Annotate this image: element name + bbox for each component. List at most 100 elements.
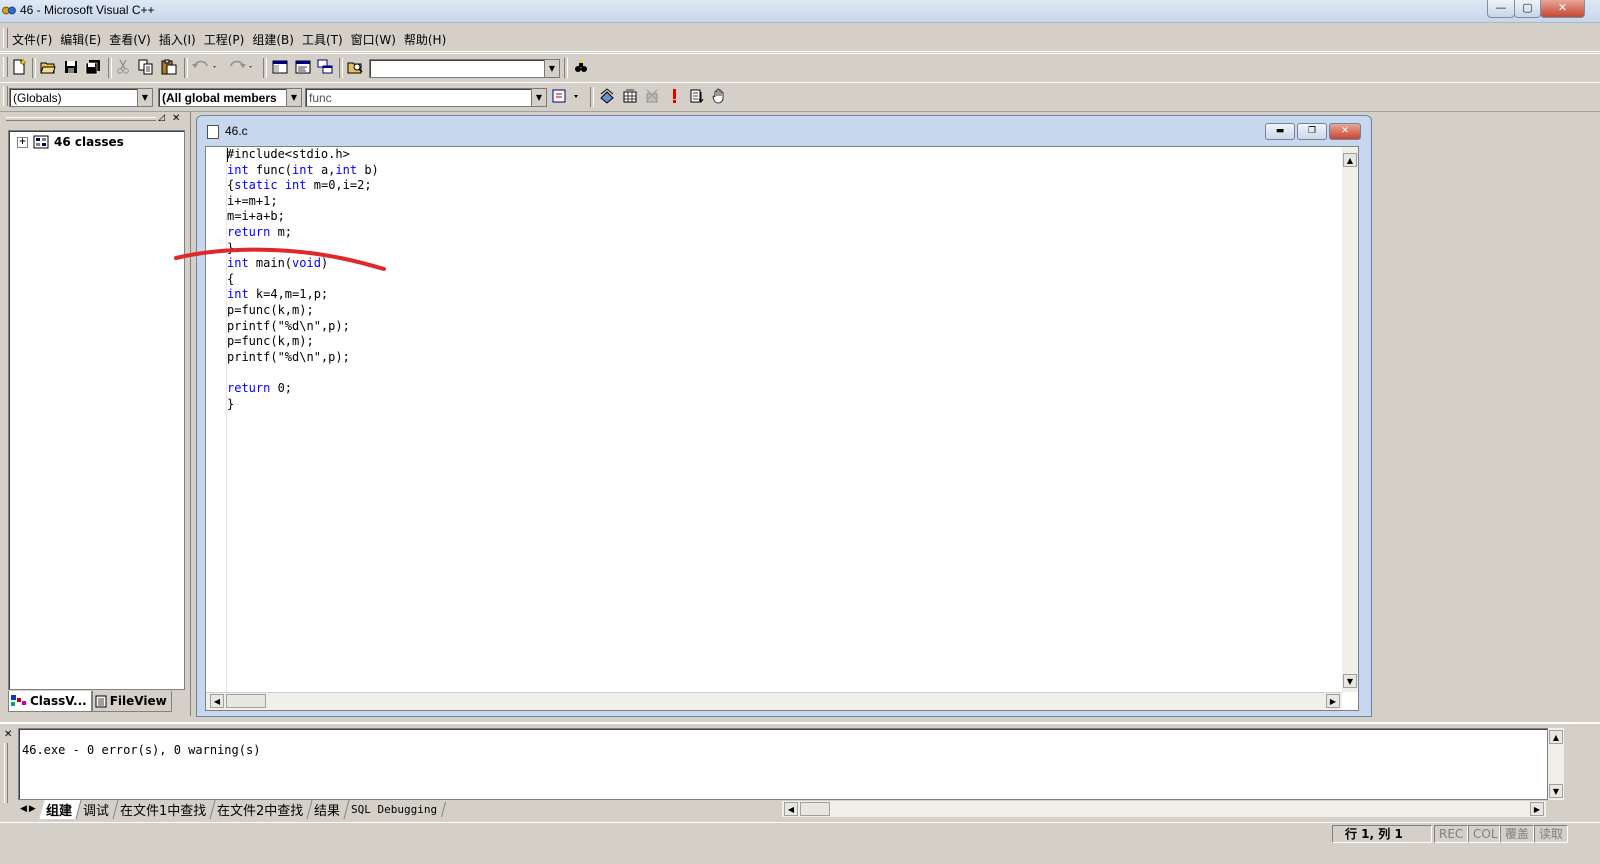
chevron-down-icon: ▼ — [548, 64, 556, 73]
function-combo-dropdown[interactable]: ▼ — [531, 88, 547, 107]
execute-button[interactable] — [664, 86, 684, 106]
pane-grip[interactable] — [4, 743, 8, 803]
menu-edit[interactable]: 编辑(E) — [60, 31, 106, 48]
pane-resize-icon[interactable]: ◿ — [158, 114, 168, 124]
scope-combo[interactable]: (Globals) — [9, 88, 137, 107]
scroll-thumb[interactable] — [226, 694, 266, 708]
undo-icon — [192, 60, 216, 68]
menu-insert[interactable]: 插入(I) — [159, 31, 201, 48]
new-file-icon — [13, 59, 27, 75]
go-icon — [690, 89, 704, 103]
tab-sql-debugging[interactable]: SQL Debugging — [345, 801, 447, 817]
vertical-scrollbar[interactable]: ▲ ▼ — [1342, 147, 1358, 692]
members-combo[interactable]: (All global members — [158, 88, 286, 107]
save-all-button[interactable] — [83, 57, 103, 77]
paste-button[interactable] — [159, 57, 179, 77]
scroll-left-button[interactable]: ◀ — [210, 694, 224, 708]
arrow-down-icon: ▼ — [1552, 787, 1560, 796]
close-button[interactable]: ✕ — [1540, 0, 1585, 18]
rec-indicator: REC — [1434, 825, 1468, 843]
tab-build[interactable]: 组建 — [39, 799, 82, 819]
find-combo[interactable] — [369, 59, 545, 78]
menu-bar-grip[interactable] — [3, 28, 8, 48]
output-text-area[interactable]: 46.exe - 0 error(s), 0 warning(s) — [18, 728, 1548, 800]
save-button[interactable] — [61, 57, 81, 77]
stop-build-button[interactable] — [642, 86, 662, 106]
output-close-icon[interactable]: ✕ — [4, 730, 16, 740]
tab-fileview[interactable]: FileView — [91, 691, 172, 712]
document-icon — [207, 125, 219, 139]
workspace-pane-header: ◿ ✕ — [6, 114, 186, 126]
toolbar-grip[interactable] — [3, 57, 8, 77]
undo-button[interactable] — [190, 57, 220, 77]
workspace-button[interactable] — [270, 57, 290, 77]
scroll-right-button[interactable]: ▶ — [1530, 802, 1544, 816]
minimize-button[interactable]: — — [1487, 0, 1515, 18]
copy-button[interactable] — [136, 57, 156, 77]
tree-node-label: 46 classes — [54, 135, 124, 149]
menu-tools[interactable]: 工具(T) — [302, 31, 348, 48]
wizard-action-button[interactable] — [551, 86, 585, 106]
col-indicator: COL — [1468, 825, 1500, 843]
tab-scroll-right-icon[interactable]: ▶ — [29, 804, 36, 814]
selection-margin[interactable] — [206, 147, 227, 692]
menu-window[interactable]: 窗口(W) — [351, 31, 401, 48]
compile-button[interactable] — [597, 86, 617, 106]
toolbar-grip[interactable] — [3, 86, 8, 106]
breakpoint-hand-icon — [712, 88, 724, 104]
workspace-pane: ◿ ✕ + 46 classes ClassV... FileView — [6, 114, 186, 714]
find-icon — [575, 59, 587, 72]
tree-node-classes[interactable]: + 46 classes — [17, 135, 124, 149]
tab-classview[interactable]: ClassV... — [8, 691, 92, 712]
scroll-down-button[interactable]: ▼ — [1549, 784, 1563, 798]
tab-debug[interactable]: 调试 — [76, 799, 119, 819]
members-combo-dropdown[interactable]: ▼ — [286, 88, 302, 107]
output-button[interactable] — [293, 57, 313, 77]
menu-help[interactable]: 帮助(H) — [404, 31, 451, 48]
output-horizontal-scrollbar[interactable]: ◀ ▶ — [782, 801, 1546, 817]
window-list-button[interactable] — [315, 57, 335, 77]
find-combo-dropdown[interactable]: ▼ — [544, 59, 560, 78]
open-folder-icon — [40, 62, 56, 74]
menu-view[interactable]: 查看(V) — [109, 31, 156, 48]
pane-grip[interactable] — [6, 117, 156, 121]
cut-button[interactable] — [113, 57, 133, 77]
scroll-up-button[interactable]: ▲ — [1549, 730, 1563, 744]
menu-file[interactable]: 文件(F) — [12, 31, 57, 48]
tab-results[interactable]: 结果 — [307, 799, 350, 819]
menu-build[interactable]: 组建(B) — [252, 31, 299, 48]
code-editor[interactable]: #include<stdio.h> int func(int a,int b) … — [205, 146, 1359, 711]
arrow-down-icon: ▼ — [1346, 677, 1354, 686]
class-tree[interactable]: + 46 classes — [8, 130, 185, 690]
tab-find-in-files-1[interactable]: 在文件1中查找 — [113, 799, 216, 819]
scroll-up-button[interactable]: ▲ — [1343, 153, 1357, 167]
tab-scroll-left-icon[interactable]: ◀ — [20, 804, 27, 814]
output-vertical-scrollbar[interactable]: ▲ ▼ — [1548, 728, 1564, 800]
new-file-button[interactable] — [9, 57, 29, 77]
editor-title: 46.c — [225, 124, 248, 138]
scroll-down-button[interactable]: ▼ — [1343, 674, 1357, 688]
breakpoint-button[interactable] — [709, 86, 729, 106]
editor-close-button[interactable]: ✕ — [1329, 123, 1361, 140]
find-in-files-button[interactable] — [345, 57, 365, 77]
open-button[interactable] — [38, 57, 58, 77]
scroll-left-button[interactable]: ◀ — [784, 802, 798, 816]
editor-minimize-button[interactable]: ▬ — [1265, 123, 1295, 140]
pane-close-icon[interactable]: ✕ — [172, 114, 182, 124]
scroll-thumb[interactable] — [800, 802, 830, 816]
maximize-button[interactable]: ▢ — [1514, 0, 1541, 18]
redo-button[interactable] — [226, 57, 256, 77]
tree-expand-icon[interactable]: + — [17, 136, 28, 148]
output-tabs: ◀ ▶ 组建 调试 在文件1中查找 在文件2中查找 结果 SQL Debuggi… — [20, 799, 447, 819]
tab-find-in-files-2[interactable]: 在文件2中查找 — [210, 799, 313, 819]
build-button[interactable] — [620, 86, 640, 106]
scroll-right-button[interactable]: ▶ — [1326, 694, 1340, 708]
overwrite-indicator: 覆盖 — [1500, 825, 1534, 843]
find-button[interactable] — [571, 57, 591, 77]
function-combo[interactable]: func — [305, 88, 531, 107]
horizontal-scrollbar[interactable]: ◀ ▶ — [206, 692, 1342, 710]
scope-combo-dropdown[interactable]: ▼ — [137, 88, 153, 107]
editor-maximize-button[interactable]: ❐ — [1297, 123, 1327, 140]
menu-project[interactable]: 工程(P) — [204, 31, 250, 48]
go-button[interactable] — [687, 86, 707, 106]
